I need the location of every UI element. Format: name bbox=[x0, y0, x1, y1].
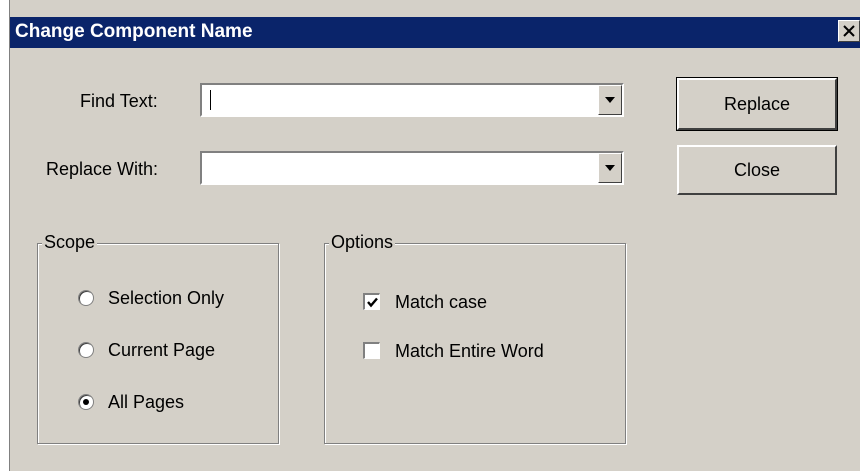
replace-with-dropdown-button[interactable] bbox=[598, 153, 622, 183]
find-text-combobox[interactable] bbox=[200, 83, 624, 117]
all-pages-label[interactable]: All Pages bbox=[108, 391, 184, 413]
match-entire-word-label[interactable]: Match Entire Word bbox=[395, 340, 544, 362]
dialog-window: Change Component Name Find Text: Replace… bbox=[9, 0, 860, 471]
find-text-input[interactable] bbox=[202, 85, 622, 115]
options-group-title: Options bbox=[329, 231, 396, 253]
selection-only-label[interactable]: Selection Only bbox=[108, 287, 224, 309]
replace-with-combobox[interactable] bbox=[200, 151, 624, 185]
close-button-label: Close bbox=[733, 160, 781, 180]
all-pages-radio[interactable] bbox=[78, 394, 94, 410]
scope-group-title: Scope bbox=[42, 231, 98, 253]
replace-button[interactable]: Replace bbox=[676, 77, 838, 131]
find-text-label: Find Text: bbox=[80, 91, 158, 111]
checkmark-icon bbox=[367, 297, 378, 308]
chevron-down-icon bbox=[605, 97, 615, 103]
match-entire-word-checkbox[interactable] bbox=[363, 342, 380, 359]
find-text-dropdown-button[interactable] bbox=[598, 85, 622, 115]
options-group: Options Match case Match Entire Word bbox=[324, 231, 626, 444]
close-icon bbox=[843, 25, 855, 37]
replace-with-label: Replace With: bbox=[46, 159, 159, 179]
title-bar[interactable]: Change Component Name bbox=[10, 17, 860, 48]
current-page-radio[interactable] bbox=[78, 342, 94, 358]
text-caret bbox=[210, 90, 211, 110]
close-window-button[interactable] bbox=[838, 20, 860, 42]
scope-group: Scope Selection Only Current Page All Pa… bbox=[37, 231, 279, 444]
selection-only-radio[interactable] bbox=[78, 290, 94, 306]
chevron-down-icon bbox=[605, 165, 615, 171]
match-case-label[interactable]: Match case bbox=[395, 291, 487, 313]
replace-with-input[interactable] bbox=[202, 153, 622, 183]
window-title: Change Component Name bbox=[15, 21, 253, 42]
match-case-checkbox[interactable] bbox=[363, 293, 380, 310]
current-page-label[interactable]: Current Page bbox=[108, 339, 215, 361]
close-button[interactable]: Close bbox=[677, 145, 837, 195]
replace-button-label: Replace bbox=[723, 94, 791, 114]
